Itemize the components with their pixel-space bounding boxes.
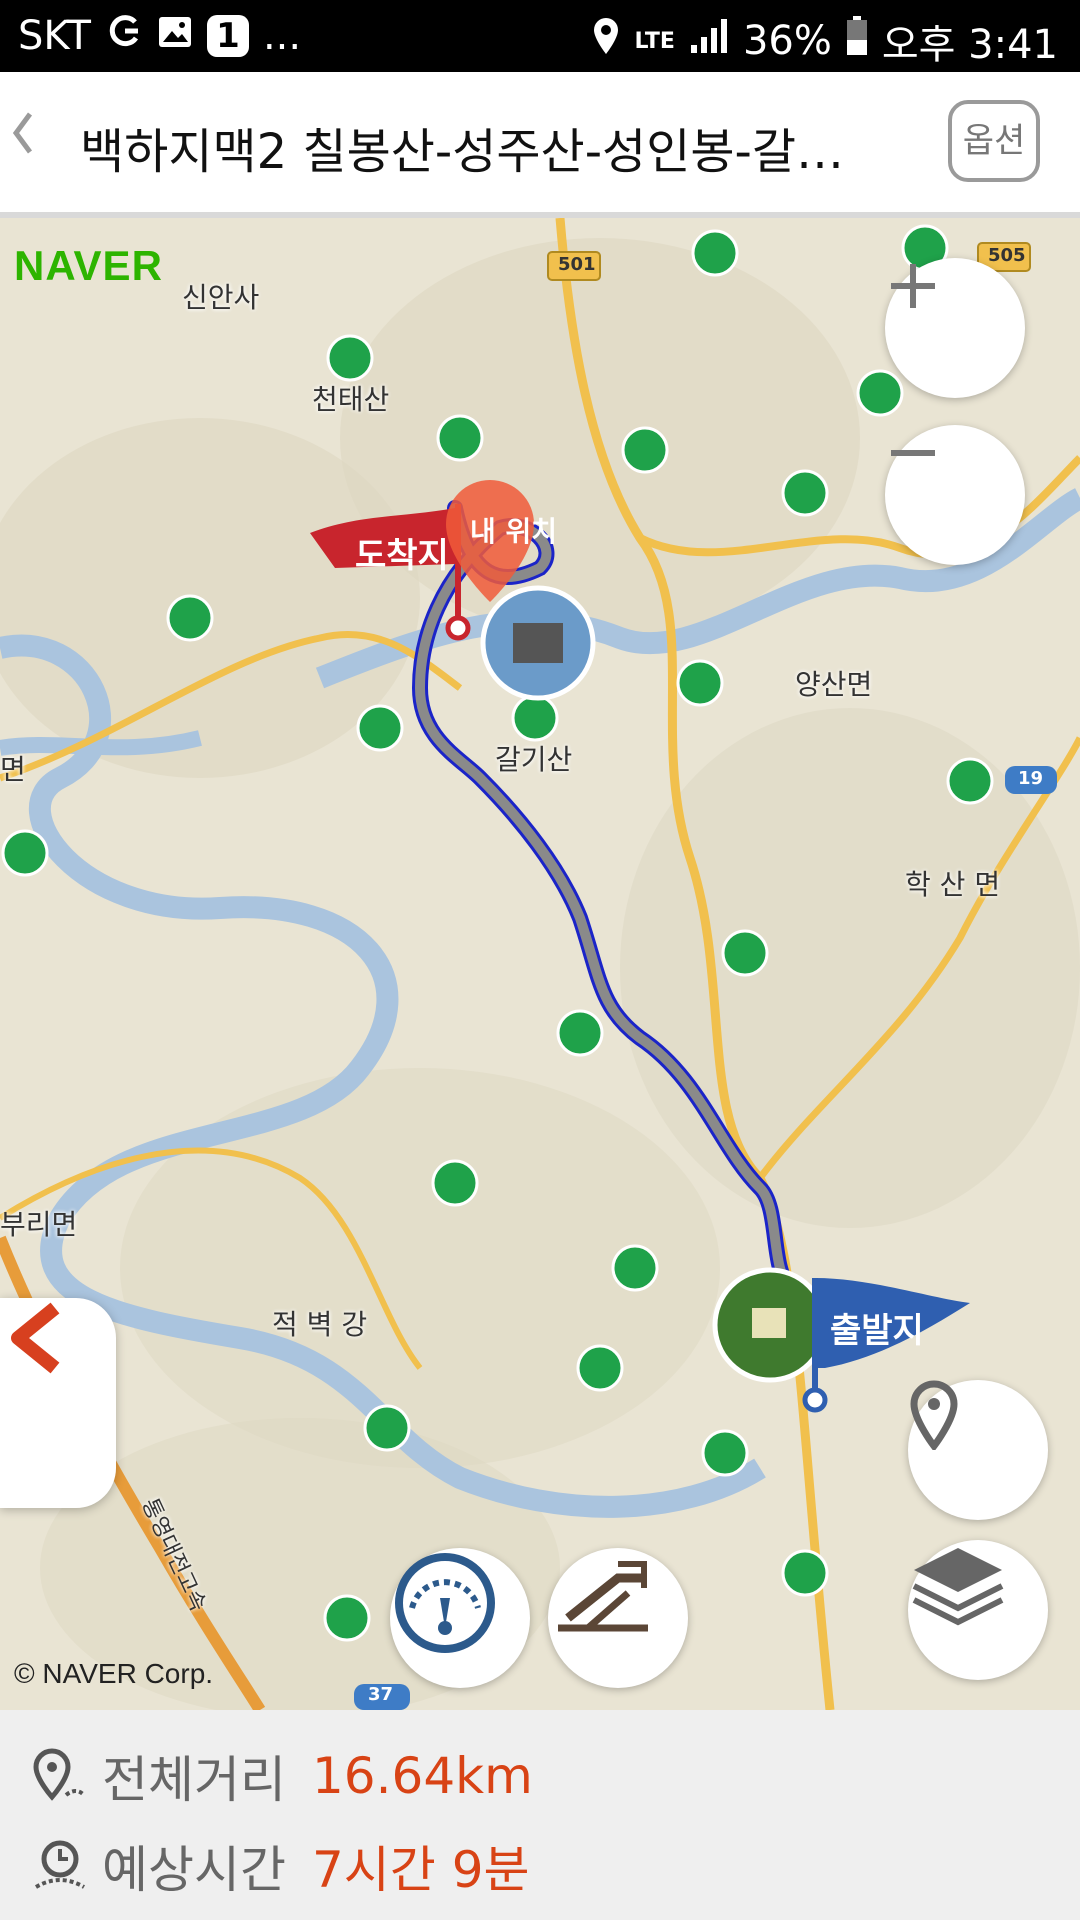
plus-icon	[891, 264, 935, 308]
time-value: 7시간 9분	[312, 1841, 530, 1899]
distance-value: 16.64km	[312, 1747, 533, 1805]
map-copyright: © NAVER Corp.	[14, 1658, 214, 1689]
distance-label: 전체거리	[102, 1751, 286, 1809]
layers-icon	[912, 1548, 1004, 1626]
my-location-button[interactable]	[908, 1380, 1048, 1520]
clock: 오후 3:41	[881, 22, 1058, 68]
zoom-in-button[interactable]	[885, 258, 1025, 398]
map-layers-button[interactable]	[908, 1540, 1048, 1680]
chevron-left-icon	[11, 1302, 60, 1374]
zoom-out-button[interactable]	[885, 425, 1025, 565]
road-number: 501	[558, 254, 596, 275]
road-number: 37	[368, 1684, 394, 1705]
location-icon	[591, 16, 621, 66]
map-label: 양산면	[795, 668, 873, 701]
elevation-icon	[558, 1561, 648, 1632]
sync-icon	[105, 12, 143, 60]
road-number: 505	[988, 245, 1026, 266]
more-notifications: ...	[262, 13, 302, 59]
map-label: 부리면	[0, 1208, 78, 1241]
location-pin-icon	[910, 1380, 958, 1450]
current-location-label: 내 위치	[470, 515, 558, 548]
route-distance-icon	[33, 1748, 86, 1801]
battery-percent: 36%	[742, 18, 832, 64]
notification-count-badge: 1	[206, 15, 249, 57]
road-number: 19	[1018, 768, 1044, 789]
network-label: LTE	[634, 28, 675, 54]
carrier-label: SKT	[18, 13, 91, 59]
clock-icon	[34, 1840, 86, 1889]
map-label: 면	[0, 753, 26, 786]
speedometer-icon	[395, 1553, 495, 1653]
side-panel-toggle[interactable]	[0, 1298, 116, 1508]
time-row: 예상시간 7시간 9분	[30, 1830, 530, 1902]
distance-row: 전체거리 16.64km	[30, 1740, 533, 1812]
minus-icon	[891, 450, 935, 456]
time-label: 예상시간	[102, 1841, 286, 1899]
map-label: 학 산 면	[905, 868, 1001, 901]
options-button[interactable]: 옵션	[948, 100, 1040, 182]
arrival-flag-label: 도착지	[355, 536, 449, 576]
battery-icon	[846, 16, 868, 66]
page-title: 백하지맥2 칠봉산-성주산-성인봉-갈…	[80, 124, 844, 180]
elevation-button[interactable]	[548, 1548, 688, 1688]
map-label: 갈기산	[495, 743, 573, 776]
route-summary-panel: 전체거리 16.64km 예상시간 7시간 9분	[0, 1710, 1080, 1920]
map-label: 천태산	[312, 383, 390, 416]
map-label: 신안사	[182, 281, 260, 314]
image-icon	[157, 13, 193, 59]
title-bar: 백하지맥2 칠봉산-성주산-성인봉-갈… 옵션	[0, 72, 1080, 218]
naver-logo: NAVER	[14, 242, 163, 289]
map-label: 적 벽 강	[272, 1308, 368, 1341]
signal-icon	[689, 17, 729, 65]
speedometer-button[interactable]	[390, 1548, 530, 1688]
back-button[interactable]	[10, 110, 36, 168]
status-bar: SKT 1 ... LTE 36% 오후 3:41	[0, 0, 1080, 72]
chevron-left-icon	[12, 112, 33, 154]
map-view[interactable]: NAVER 신안사 천태산 갈기산 양산면 학 산 면 적 벽 강 부리면 면 …	[0, 218, 1080, 1710]
departure-flag-label: 출발지	[830, 1311, 924, 1351]
